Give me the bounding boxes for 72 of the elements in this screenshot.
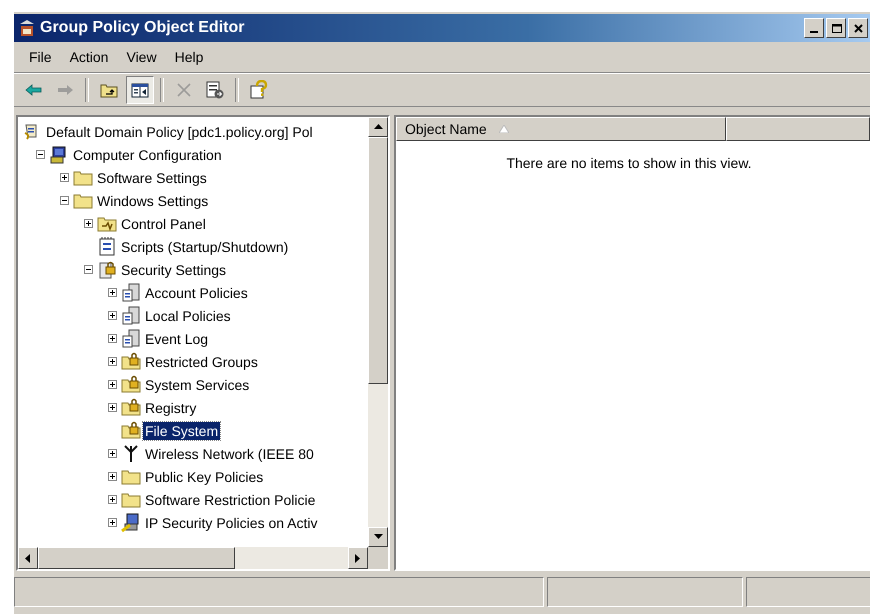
minimize-icon — [810, 31, 818, 33]
menu-item[interactable]: View — [117, 47, 166, 67]
tree-item[interactable]: IP Security Policies on Activ — [143, 514, 320, 532]
expand-toggle[interactable] — [108, 334, 117, 343]
server-icon — [121, 306, 141, 326]
tree-item[interactable]: Security Settings — [119, 260, 228, 278]
scroll-thumb[interactable] — [38, 547, 235, 569]
tree-item[interactable]: Software Settings — [95, 168, 209, 186]
scroll-left-button[interactable] — [18, 547, 38, 569]
lock-folder-icon — [121, 420, 141, 440]
expand-toggle[interactable] — [108, 495, 117, 504]
left-arrow-icon — [25, 554, 31, 562]
tree-item[interactable]: System Services — [143, 376, 252, 394]
tree-item[interactable]: Wireless Network (IEEE 80 — [143, 444, 316, 462]
scrollbar-corner — [368, 547, 388, 569]
column-header[interactable] — [726, 117, 870, 141]
scroll-right-button[interactable] — [348, 547, 368, 569]
expand-toggle[interactable] — [108, 357, 117, 366]
export-list-icon — [205, 80, 225, 100]
tree-item[interactable]: Default Domain Policy [pdc1.policy.org] Pol — [44, 122, 315, 140]
help-icon — [249, 80, 269, 100]
tree-item[interactable]: Windows Settings — [95, 192, 210, 210]
menu-item[interactable]: Action — [60, 47, 118, 67]
tree-item[interactable]: Account Policies — [143, 284, 250, 302]
column-header[interactable]: Object Name — [396, 117, 726, 141]
app-icon — [18, 19, 36, 37]
tree-item[interactable]: Local Policies — [143, 306, 233, 324]
expand-toggle[interactable] — [108, 311, 117, 320]
vertical-scrollbar[interactable] — [368, 117, 388, 547]
minimize-button[interactable] — [804, 18, 824, 38]
menu-item[interactable]: Help — [166, 47, 212, 67]
tree-item[interactable]: File System — [143, 422, 220, 440]
menu-item[interactable]: File — [20, 47, 61, 67]
scroll-down-button[interactable] — [368, 527, 388, 547]
server-icon — [121, 328, 141, 348]
script-icon — [97, 236, 117, 256]
lock-folder-icon — [121, 398, 141, 418]
tree-item[interactable]: Software Restriction Policie — [143, 490, 318, 508]
lock-folder-icon — [121, 352, 141, 372]
window-title: Group Policy Object Editor — [40, 19, 246, 37]
expand-toggle[interactable] — [60, 173, 69, 182]
server-icon — [121, 282, 141, 302]
collapse-toggle[interactable] — [84, 265, 93, 274]
right-arrow-icon — [355, 554, 361, 562]
expand-toggle[interactable] — [108, 472, 117, 481]
horizontal-scrollbar[interactable] — [18, 547, 368, 569]
tree-item[interactable]: Public Key Policies — [143, 468, 266, 486]
expand-toggle[interactable] — [108, 449, 117, 458]
network-computer-icon — [121, 512, 141, 532]
down-arrow-icon — [374, 534, 382, 540]
expand-toggle[interactable] — [108, 518, 117, 527]
scroll-thumb[interactable] — [368, 137, 388, 384]
lock-folder-icon — [121, 374, 141, 394]
collapse-toggle[interactable] — [60, 196, 69, 205]
expand-toggle[interactable] — [108, 288, 117, 297]
lock-document-icon — [97, 260, 117, 280]
tree-item[interactable]: Computer Configuration — [71, 146, 224, 164]
collapse-toggle[interactable] — [36, 150, 45, 159]
expand-toggle[interactable] — [84, 219, 93, 228]
show-tree-button[interactable] — [126, 76, 154, 104]
maximize-button[interactable] — [826, 18, 846, 38]
tree-item[interactable]: Restricted Groups — [143, 352, 260, 370]
tree-item[interactable]: Registry — [143, 398, 198, 416]
expand-toggle[interactable] — [108, 403, 117, 412]
tree-item[interactable]: Event Log — [143, 330, 210, 348]
close-button[interactable] — [848, 18, 868, 38]
scroll-up-button[interactable] — [368, 117, 388, 137]
empty-message: There are no items to show in this view. — [505, 155, 753, 171]
tree-item[interactable]: Scripts (Startup/Shutdown) — [119, 238, 290, 256]
tree-item[interactable]: Control Panel — [119, 214, 208, 232]
expand-toggle[interactable] — [108, 380, 117, 389]
up-arrow-icon — [374, 124, 382, 130]
